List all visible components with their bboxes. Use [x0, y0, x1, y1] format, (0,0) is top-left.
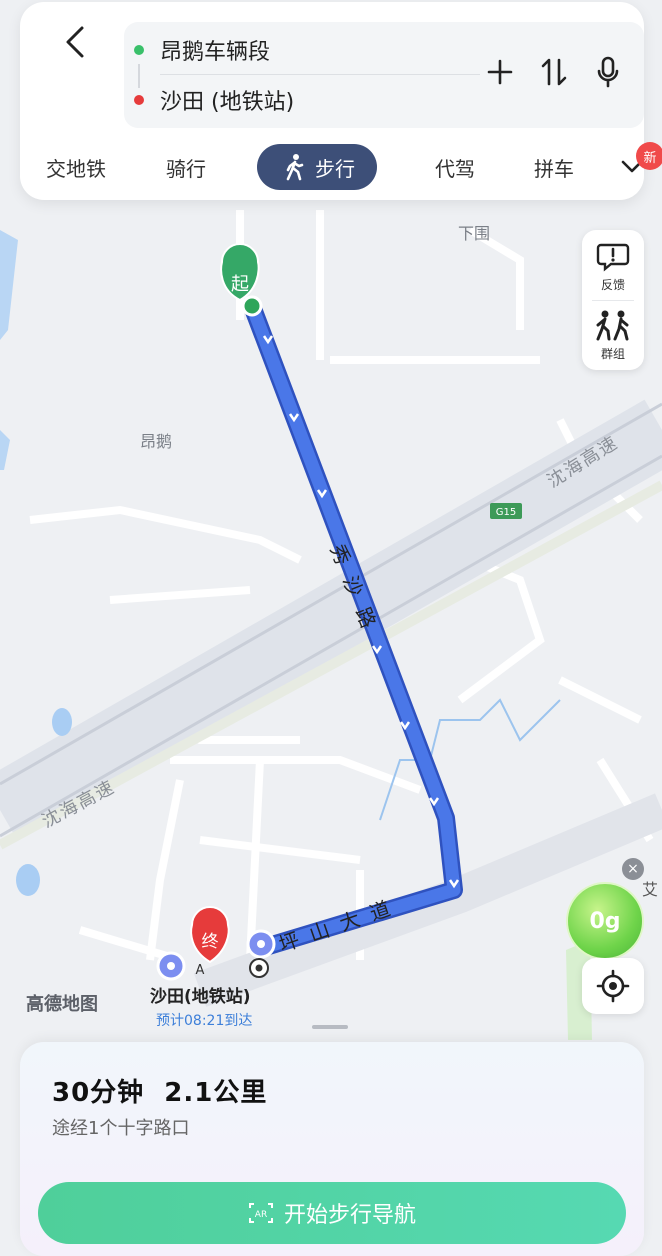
map-label-angang: 昂鹅 — [140, 432, 173, 451]
back-button[interactable] — [60, 22, 90, 62]
destination-field[interactable]: 沙田 (地铁站) — [134, 78, 464, 122]
crosshair-icon — [596, 969, 630, 1003]
route-via-info: 途经1个十字路口 — [52, 1118, 190, 1139]
plus-icon — [487, 59, 513, 85]
voice-input-button[interactable] — [592, 52, 624, 92]
transport-mode-tabs: 交地铁 骑行 步行 代驾 拼车 新 — [40, 142, 662, 190]
destination-text: 沙田 (地铁站) — [160, 90, 295, 115]
amap-logo: 高德地图 — [26, 994, 98, 1015]
point-a-label: A — [196, 963, 205, 978]
tab-carpool[interactable]: 拼车 — [534, 144, 574, 190]
origin-text: 昂鹅车辆段 — [160, 40, 271, 65]
route-header-card: 昂鹅车辆段 沙田 (地铁站) 交地铁 骑行 步行 代驾 拼车 新 — [20, 2, 662, 200]
map-side-tools: 反馈 群组 — [582, 230, 644, 370]
group-label: 群组 — [600, 346, 625, 361]
destination-station-name[interactable]: 沙田(地铁站) — [150, 982, 251, 1007]
svg-text:G15: G15 — [496, 507, 516, 518]
route-summary-card[interactable]: 30分钟 2.1公里 途经1个十字路口 AR 开始步行导航 — [20, 1042, 644, 1256]
carbon-value: 0g — [589, 908, 621, 934]
ar-icon: AR — [248, 1203, 273, 1223]
feedback-button[interactable]: 反馈 — [582, 234, 644, 300]
feedback-label: 反馈 — [600, 277, 625, 292]
sheet-handle[interactable] — [312, 1025, 348, 1029]
svg-text:起: 起 — [231, 274, 249, 295]
tool-divider — [592, 300, 634, 301]
station-pin-left[interactable] — [156, 951, 186, 981]
walking-icon — [286, 154, 304, 181]
destination-target-icon — [249, 958, 269, 978]
svg-text:AR: AR — [255, 1210, 267, 1220]
tab-designated-driver[interactable]: 代驾 — [435, 144, 475, 190]
carbon-savings-widget[interactable]: 0g — [566, 882, 644, 960]
new-badge: 新 — [636, 142, 662, 170]
start-dot — [241, 295, 263, 317]
close-carbon-button[interactable]: × — [622, 858, 644, 880]
destination-dot — [134, 95, 144, 105]
tab-subway[interactable]: 交地铁 — [46, 144, 106, 190]
station-pin-right[interactable] — [246, 929, 276, 959]
origin-dest-divider — [160, 74, 480, 75]
chevron-left-icon — [66, 26, 84, 58]
start-walking-navigation-button[interactable]: AR 开始步行导航 — [38, 1182, 626, 1244]
tab-walking[interactable]: 步行 — [257, 144, 377, 190]
origin-dot — [134, 45, 144, 55]
start-navigation-label: 开始步行导航 — [283, 1203, 416, 1228]
map-label-xiawei: 下围 — [458, 224, 491, 243]
tab-walking-label: 步行 — [315, 156, 355, 181]
tab-cycling[interactable]: 骑行 — [166, 144, 206, 190]
origin-field[interactable]: 昂鹅车辆段 — [134, 28, 464, 72]
swap-icon — [541, 58, 567, 86]
route-input-box: 昂鹅车辆段 沙田 (地铁站) — [124, 22, 644, 128]
map-label-partial: 艾 — [642, 880, 659, 899]
add-waypoint-button[interactable] — [484, 52, 516, 92]
feedback-icon — [596, 243, 630, 272]
group-walking-icon — [596, 310, 629, 340]
route-duration-distance: 30分钟 2.1公里 — [52, 1078, 268, 1108]
group-button[interactable]: 群组 — [582, 302, 644, 368]
svg-text:终: 终 — [202, 932, 219, 952]
g15-shield: G15 — [490, 503, 522, 519]
locate-me-button[interactable] — [582, 958, 644, 1014]
arrival-time: 预计08:21到达 — [156, 1013, 253, 1029]
swap-route-button[interactable] — [538, 52, 570, 92]
microphone-icon — [597, 56, 619, 88]
